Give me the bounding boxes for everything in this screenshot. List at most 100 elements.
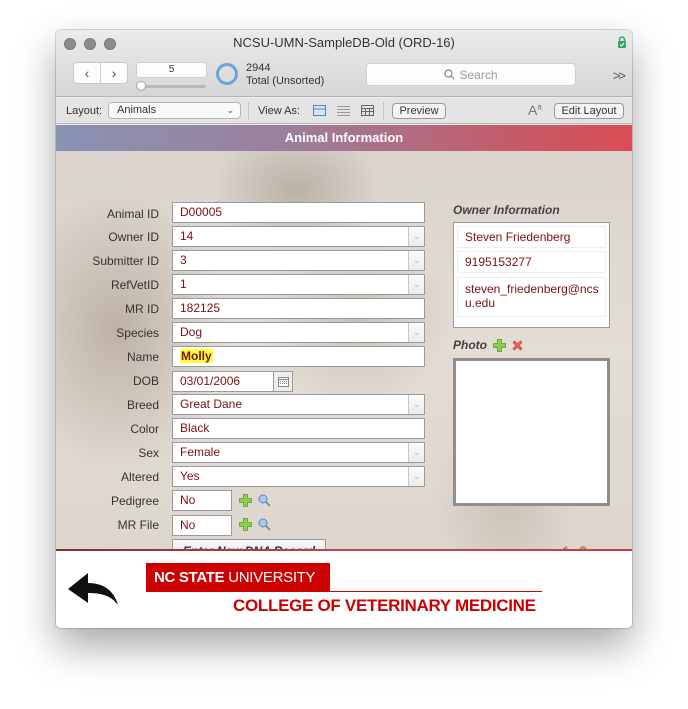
pedigree-field[interactable]: No (172, 490, 232, 511)
color-label: Color (130, 422, 159, 436)
submitter-id-label: Submitter ID (92, 254, 159, 268)
mr-file-value: No (180, 518, 196, 532)
species-label: Species (116, 326, 159, 340)
lock-icon (618, 36, 626, 48)
app-window: NCSU-UMN-SampleDB-Old (ORD-16) ‹ › 5 294… (56, 30, 632, 628)
owner-id-dropdown[interactable]: 14 ⌄ (172, 226, 425, 247)
delete-photo-icon[interactable] (511, 339, 524, 352)
owner-id-value: 14 (180, 229, 194, 243)
color-field[interactable]: Black (172, 418, 425, 439)
sex-label: Sex (138, 446, 159, 460)
record-navigation: ‹ › (73, 62, 128, 84)
ncsu-logo-rest: UNIVERSITY (224, 569, 316, 586)
divider (248, 102, 249, 120)
record-slider-thumb[interactable] (136, 81, 146, 91)
refvet-id-dropdown[interactable]: 1 ⌄ (172, 274, 425, 295)
chevron-down-icon[interactable]: ⌄ (408, 323, 424, 342)
color-value: Black (180, 421, 210, 435)
animal-id-field[interactable]: D00005 (172, 202, 425, 223)
view-as-label: View As: (258, 105, 300, 117)
refvet-id-label: RefVetID (110, 278, 159, 292)
animal-id-value: D00005 (180, 205, 223, 219)
owner-id-label: Owner ID (108, 230, 159, 244)
submitter-id-value: 3 (180, 253, 187, 267)
form-view-icon[interactable] (313, 105, 326, 116)
table-view-icon[interactable] (361, 105, 374, 116)
photo-heading: Photo (453, 338, 487, 352)
window-title: NCSU-UMN-SampleDB-Old (ORD-16) (233, 35, 455, 50)
view-mr-file-magnifier-icon[interactable] (258, 518, 271, 531)
next-record-button[interactable]: › (101, 63, 127, 83)
record-slider-track[interactable] (136, 85, 206, 88)
submitter-id-dropdown[interactable]: 3 ⌄ (172, 250, 425, 271)
photo-container[interactable] (453, 358, 610, 506)
enter-new-dna-record-button[interactable]: Enter New DNA Record (172, 539, 326, 549)
owner-phone[interactable]: 9195153277 (457, 251, 606, 273)
altered-label: Altered (120, 470, 159, 484)
chevron-down-icon[interactable]: ⌄ (408, 395, 424, 414)
owner-name[interactable]: Steven Friedenberg (457, 226, 606, 248)
name-field[interactable]: Molly (172, 346, 425, 367)
edit-layout-button[interactable]: Edit Layout (554, 103, 624, 119)
chevron-right-icon: › (111, 65, 117, 81)
pedigree-value: No (180, 493, 196, 507)
add-photo-icon[interactable] (493, 339, 506, 352)
found-label: Total (Unsorted) (246, 75, 325, 87)
sex-dropdown[interactable]: Female ⌄ (172, 442, 425, 463)
view-pedigree-magnifier-icon[interactable] (258, 494, 271, 507)
mr-file-label: MR File (117, 518, 159, 532)
owner-information-heading: Owner Information (453, 203, 560, 217)
chevron-down-icon[interactable]: ⌄ (408, 275, 424, 294)
text-format-icon[interactable]: Aa (528, 102, 542, 118)
altered-dropdown[interactable]: Yes ⌄ (172, 466, 425, 487)
mr-file-field[interactable]: No (172, 515, 232, 536)
logo-rule (146, 591, 542, 592)
calendar-icon (278, 377, 289, 387)
chevron-down-icon[interactable]: ⌄ (408, 251, 424, 270)
chevron-down-icon[interactable]: ⌄ (408, 227, 424, 246)
preview-button[interactable]: Preview (392, 103, 446, 119)
add-pedigree-icon[interactable] (239, 494, 252, 507)
footer: NC STATE UNIVERSITY COLLEGE OF VETERINAR… (56, 551, 632, 628)
found-set-pie-icon[interactable] (216, 63, 238, 85)
chevron-down-icon: ⌄ (226, 105, 234, 115)
breed-label: Breed (126, 398, 159, 412)
ncsu-logo: NC STATE UNIVERSITY (146, 563, 330, 592)
animal-id-label: Animal ID (106, 207, 159, 221)
date-picker-button[interactable] (273, 371, 293, 392)
refvet-id-value: 1 (180, 277, 187, 291)
sex-value: Female (180, 445, 221, 459)
layout-label: Layout: (66, 105, 103, 117)
found-count: 2944 (246, 62, 271, 74)
current-record-input[interactable]: 5 (136, 62, 207, 78)
species-dropdown[interactable]: Dog ⌄ (172, 322, 425, 343)
search-icon (444, 69, 455, 80)
ncsu-logo-bold: NC STATE (154, 569, 225, 586)
dob-field[interactable]: 03/01/2006 (172, 371, 274, 392)
search-input[interactable]: Search (366, 63, 576, 86)
add-mr-file-icon[interactable] (239, 518, 252, 531)
dob-label: DOB (132, 374, 159, 388)
breed-value: Great Dane (180, 397, 243, 411)
title-bar: NCSU-UMN-SampleDB-Old (ORD-16) ‹ › 5 294… (56, 30, 632, 97)
previous-record-button[interactable]: ‹ (74, 63, 101, 83)
owner-information-panel: Steven Friedenberg 9195153277 steven_fri… (453, 222, 610, 328)
back-arrow-icon[interactable] (68, 571, 120, 607)
college-name: COLLEGE OF VETERINARY MEDICINE (233, 596, 536, 615)
mr-id-value: 182125 (180, 301, 221, 315)
pedigree-label: Pedigree (110, 494, 159, 508)
mr-id-field[interactable]: 182125 (172, 298, 425, 319)
chevron-left-icon: ‹ (84, 65, 90, 81)
dob-value: 03/01/2006 (180, 374, 241, 388)
form-area: Animal ID D00005 Owner ID 14 ⌄ Submitter … (56, 151, 632, 549)
owner-email[interactable]: steven_friedenberg@ncsu.edu (457, 277, 606, 317)
breed-dropdown[interactable]: Great Dane ⌄ (172, 394, 425, 415)
layout-select[interactable]: Animals ⌄ (108, 102, 241, 119)
altered-value: Yes (180, 469, 200, 483)
name-value: Molly (180, 349, 213, 363)
list-view-icon[interactable] (337, 105, 350, 116)
chevron-down-icon[interactable]: ⌄ (408, 443, 424, 462)
toolbar-overflow-button[interactable]: >> (613, 68, 626, 83)
mr-id-label: MR ID (125, 302, 159, 316)
chevron-down-icon[interactable]: ⌄ (408, 467, 424, 486)
